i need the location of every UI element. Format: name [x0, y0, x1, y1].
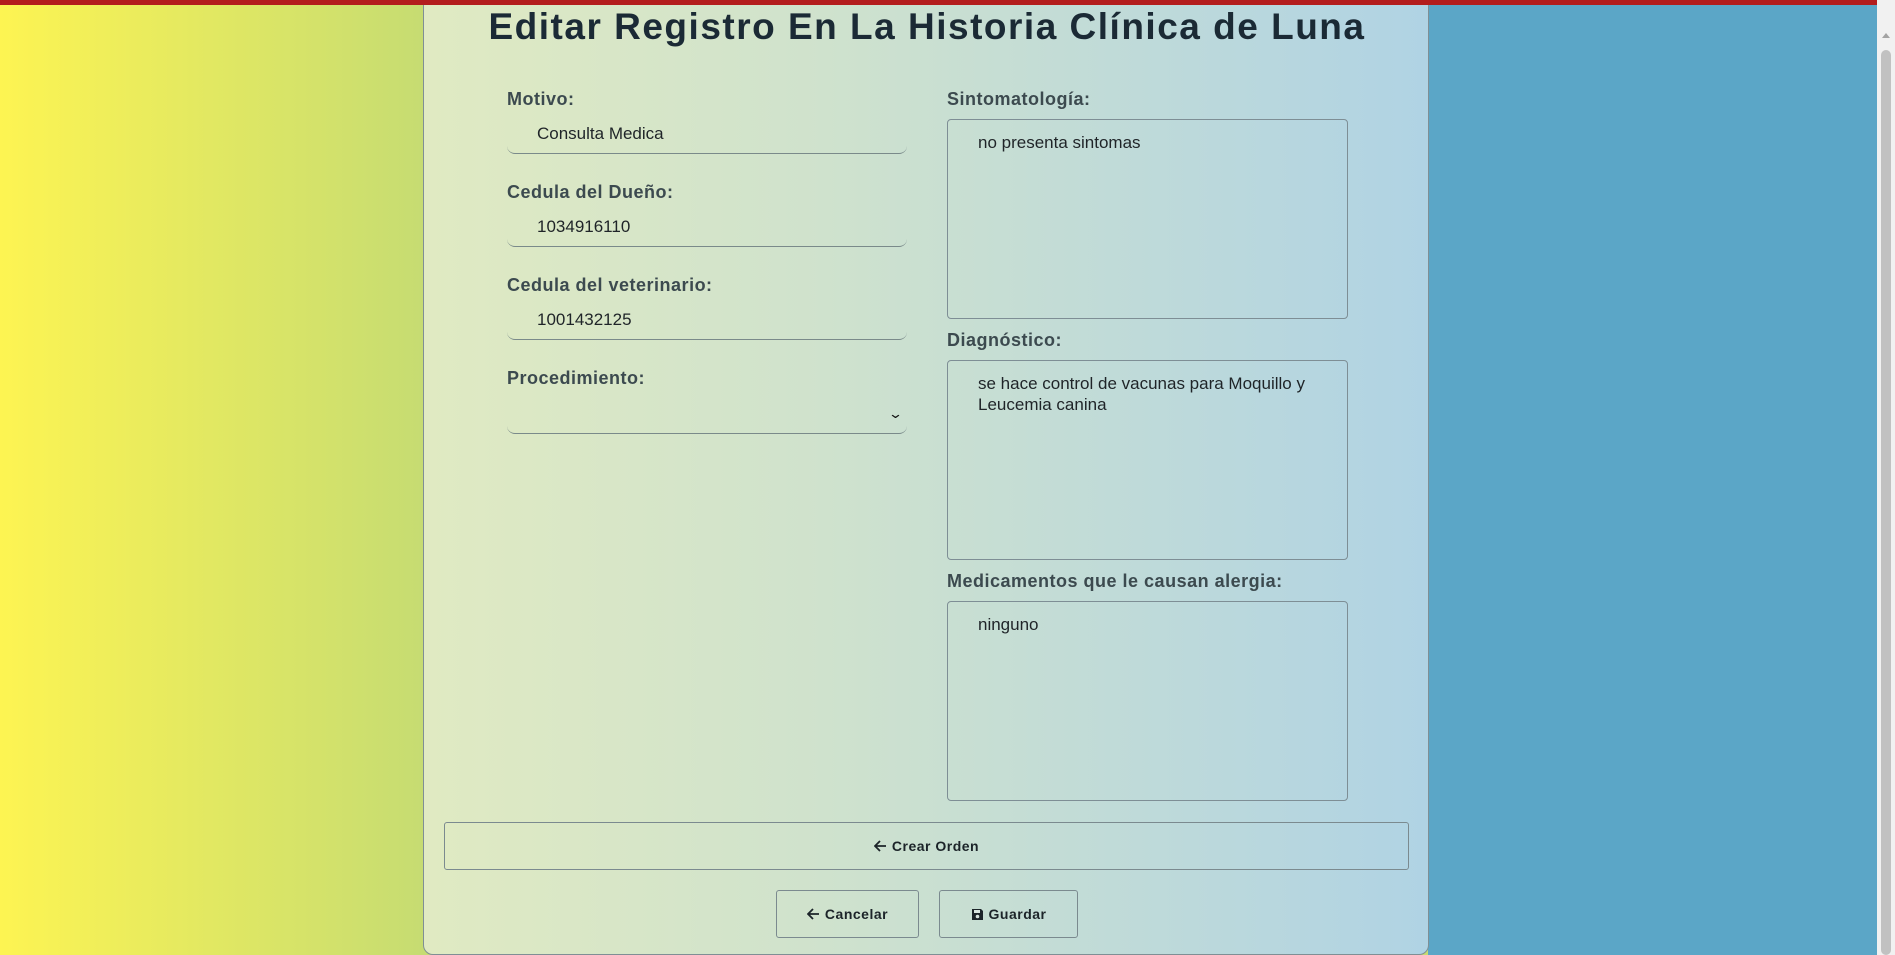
diagnostico-textarea[interactable]: se hace control de vacunas para Moquillo… — [947, 360, 1348, 560]
cedula-veterinario-value: 1001432125 — [537, 309, 632, 329]
motivo-label: Motivo: — [507, 89, 575, 109]
cancel-button[interactable]: Cancelar — [776, 890, 919, 938]
edit-record-card: Editar Registro En La Historia Clínica d… — [423, 0, 1429, 955]
arrow-left-icon — [806, 908, 819, 920]
sintomatologia-label: Sintomatología: — [947, 89, 1091, 109]
cedula-dueno-value: 1034916110 — [537, 216, 631, 236]
cancel-label: Cancelar — [824, 906, 889, 922]
arrow-left-icon — [873, 840, 886, 852]
sintomatologia-value: no presenta sintomas — [978, 133, 1141, 152]
crear-orden-label: Crear Orden — [891, 838, 980, 854]
top-accent-bar — [0, 0, 1895, 5]
alergias-textarea[interactable]: ninguno — [947, 601, 1348, 801]
page-title: Editar Registro En La Historia Clínica d… — [488, 6, 1366, 47]
crear-orden-button[interactable]: Crear Orden — [444, 822, 1409, 870]
alergias-label: Medicamentos que le causan alergia: — [947, 571, 1283, 591]
vertical-scrollbar[interactable] — [1877, 0, 1895, 955]
cedula-dueno-input[interactable]: 1034916110 — [507, 207, 907, 247]
motivo-value: Consulta Medica — [537, 123, 664, 143]
diagnostico-label: Diagnóstico: — [947, 330, 1063, 350]
scrollbar-thumb[interactable] — [1881, 50, 1891, 955]
save-label: Guardar — [988, 906, 1047, 922]
cedula-veterinario-input[interactable]: 1001432125 — [507, 300, 907, 340]
cedula-dueno-label: Cedula del Dueño: — [507, 182, 674, 202]
procedimiento-label: Procedimiento: — [507, 368, 646, 388]
save-button[interactable]: Guardar — [939, 890, 1078, 938]
alergias-value: ninguno — [978, 615, 1039, 634]
sintomatologia-textarea[interactable]: no presenta sintomas — [947, 119, 1348, 319]
floppy-disk-icon — [971, 908, 983, 920]
procedimiento-select[interactable]: ⌄ — [507, 394, 907, 434]
motivo-input[interactable]: Consulta Medica — [507, 114, 907, 154]
cedula-veterinario-label: Cedula del veterinario: — [507, 275, 713, 295]
chevron-down-icon: ⌄ — [887, 406, 904, 421]
right-background — [1428, 0, 1895, 955]
diagnostico-value: se hace control de vacunas para Moquillo… — [978, 374, 1305, 414]
scroll-up-arrow-icon[interactable] — [1882, 33, 1890, 38]
